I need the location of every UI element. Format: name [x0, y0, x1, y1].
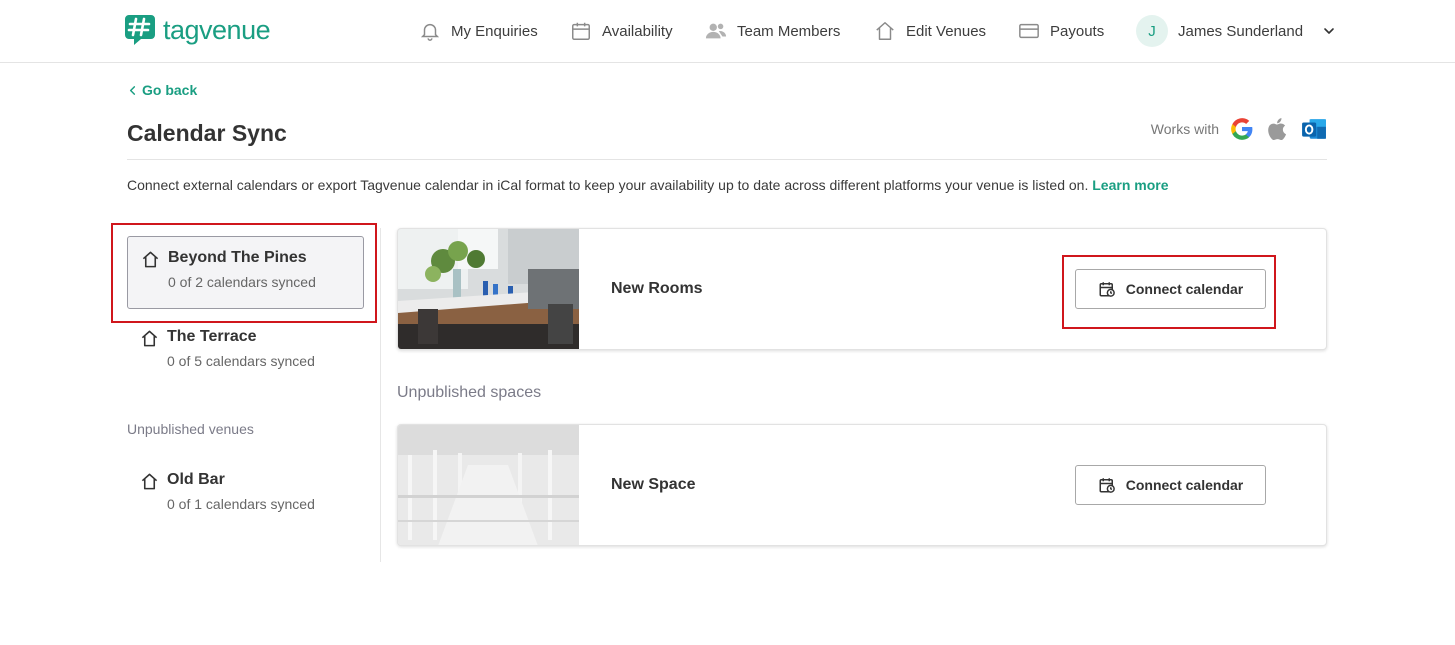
nav-label: Payouts — [1050, 22, 1105, 40]
page-title: Calendar Sync — [127, 120, 287, 146]
top-navigation-bar: tagvenue My Enquiries Availability Team … — [0, 0, 1455, 63]
title-divider — [127, 159, 1327, 160]
unpublished-spaces-label: Unpublished spaces — [397, 384, 542, 401]
user-name: James Sunderland — [1178, 22, 1304, 40]
home-icon — [141, 330, 158, 347]
works-with: Works with — [1151, 116, 1327, 142]
bell-icon — [420, 23, 440, 41]
home-icon — [876, 22, 894, 40]
venue-name: Beyond The Pines — [168, 249, 307, 266]
space-card-new-rooms: New Rooms Connect calendar — [397, 228, 1327, 350]
unpublished-venues-label: Unpublished venues — [127, 421, 254, 437]
nav-availability[interactable]: Availability — [570, 0, 673, 62]
venue-item-the-terrace[interactable]: The Terrace 0 of 5 calendars synced — [127, 316, 364, 389]
tagvenue-logo-icon — [125, 15, 155, 45]
user-menu[interactable]: J James Sunderland — [1136, 0, 1337, 62]
intro-text: Connect external calendars or export Tag… — [127, 177, 1169, 193]
chevron-left-icon — [129, 85, 136, 95]
brand-name: tagvenue — [163, 14, 271, 45]
calendar-sync-icon — [1099, 478, 1115, 493]
connect-calendar-button[interactable]: Connect calendar — [1075, 269, 1266, 309]
nav-label: Availability — [602, 22, 673, 40]
users-icon — [705, 23, 727, 39]
credit-card-icon — [1019, 23, 1039, 39]
go-back-link[interactable]: Go back — [127, 82, 197, 98]
google-icon — [1231, 118, 1253, 140]
connect-calendar-label: Connect calendar — [1125, 281, 1244, 297]
nav-team-members[interactable]: Team Members — [705, 0, 840, 62]
home-icon — [142, 251, 159, 268]
venue-sync-status: 0 of 5 calendars synced — [167, 353, 315, 369]
chevron-down-icon — [1324, 28, 1334, 34]
works-with-label: Works with — [1150, 121, 1219, 137]
nav-edit-venues[interactable]: Edit Venues — [874, 0, 986, 62]
venue-item-beyond-the-pines[interactable]: Beyond The Pines 0 of 2 calendars synced — [127, 236, 364, 309]
venue-name: The Terrace — [167, 328, 257, 345]
home-icon — [141, 473, 158, 490]
learn-more-link[interactable]: Learn more — [1092, 177, 1168, 193]
connect-calendar-label: Connect calendar — [1125, 477, 1244, 493]
space-photo — [398, 425, 579, 545]
sidebar-divider — [380, 228, 381, 562]
calendar-sync-icon — [1099, 282, 1115, 297]
venue-item-old-bar[interactable]: Old Bar 0 of 1 calendars synced — [127, 459, 364, 532]
connect-calendar-button[interactable]: Connect calendar — [1075, 465, 1266, 505]
nav-label: Team Members — [737, 22, 841, 40]
nav-label: My Enquiries — [451, 22, 538, 40]
tagvenue-logo[interactable]: tagvenue — [123, 13, 271, 47]
calendar-icon — [572, 22, 590, 40]
outlook-icon — [1302, 119, 1326, 139]
nav-payouts[interactable]: Payouts — [1018, 0, 1104, 62]
intro-description: Connect external calendars or export Tag… — [127, 177, 1089, 193]
nav-label: Edit Venues — [906, 22, 987, 40]
space-photo — [398, 229, 579, 349]
venue-name: Old Bar — [167, 471, 225, 488]
apple-icon — [1268, 118, 1287, 141]
nav-my-enquiries[interactable]: My Enquiries — [419, 0, 538, 62]
go-back-label: Go back — [142, 82, 198, 98]
space-name: New Rooms — [611, 280, 703, 297]
venue-sync-status: 0 of 2 calendars synced — [168, 274, 316, 290]
avatar: J — [1136, 15, 1168, 47]
space-name: New Space — [611, 476, 696, 493]
venue-sync-status: 0 of 1 calendars synced — [167, 496, 315, 512]
space-card-new-space: New Space Connect calendar — [397, 424, 1327, 546]
